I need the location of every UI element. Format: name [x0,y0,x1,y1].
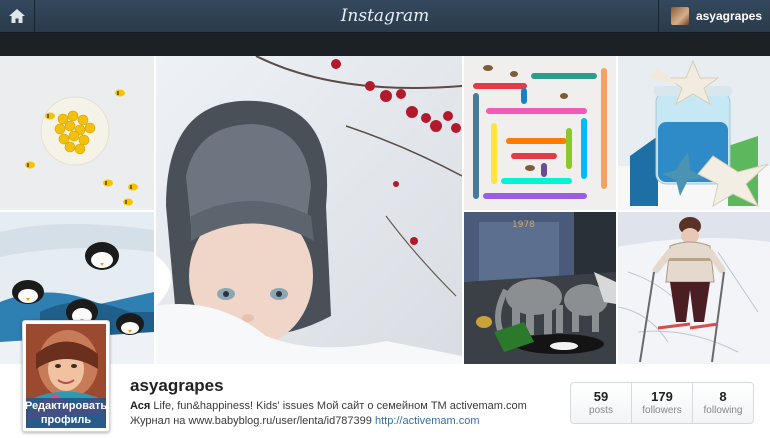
photo-tile-child-skiing[interactable] [618,212,770,364]
bio-text: Life, fun&happiness! Kids' issues Мой са… [153,400,527,412]
top-navigation-bar: Instagram asyagrapes [0,0,770,33]
photo-tile-jar-starfish[interactable] [618,56,770,210]
home-button[interactable] [0,0,35,32]
profile-bio-line-1: Ася Life, fun&happiness! Kids' issues Мо… [130,400,527,412]
stat-followers-count: 179 [651,389,673,404]
photo-grid: 1978 [0,56,770,366]
stat-posts-count: 59 [593,389,609,404]
bio-website-link[interactable]: http://activemam.com [375,415,480,427]
stat-following[interactable]: 8 following [692,383,753,423]
bio-blog-text: Журнал на www.babyblog.ru/user/lenta/id7… [130,415,372,427]
edit-profile-button[interactable]: Редактировать профиль [25,398,107,428]
stat-followers-label: followers [642,405,682,416]
stat-following-count: 8 [719,389,727,404]
svg-text:1978: 1978 [512,220,535,230]
stat-posts-label: posts [589,405,613,416]
header-username: asyagrapes [695,9,762,23]
instagram-logo: Instagram [340,6,430,26]
user-avatar [670,7,689,25]
stat-posts[interactable]: 59 posts [571,383,631,423]
profile-avatar: Редактировать профиль [22,320,110,432]
photo-tile-toy-animals[interactable]: 1978 [464,212,616,364]
photo-tile-bees-on-plate[interactable] [0,56,154,210]
bio-name: Ася [130,400,151,412]
home-icon [9,9,25,23]
stat-following-label: following [703,405,743,416]
photo-tile-child-in-snow[interactable] [156,56,462,364]
profile-bio-line-2: Журнал на www.babyblog.ru/user/lenta/id7… [130,415,480,427]
profile-stats: 59 posts 179 followers 8 following [570,382,754,424]
photo-tile-colorful-pencil-maze[interactable] [464,56,616,210]
user-menu[interactable]: asyagrapes [657,0,770,32]
profile-username: asyagrapes [130,376,224,395]
stat-followers[interactable]: 179 followers [631,383,692,423]
